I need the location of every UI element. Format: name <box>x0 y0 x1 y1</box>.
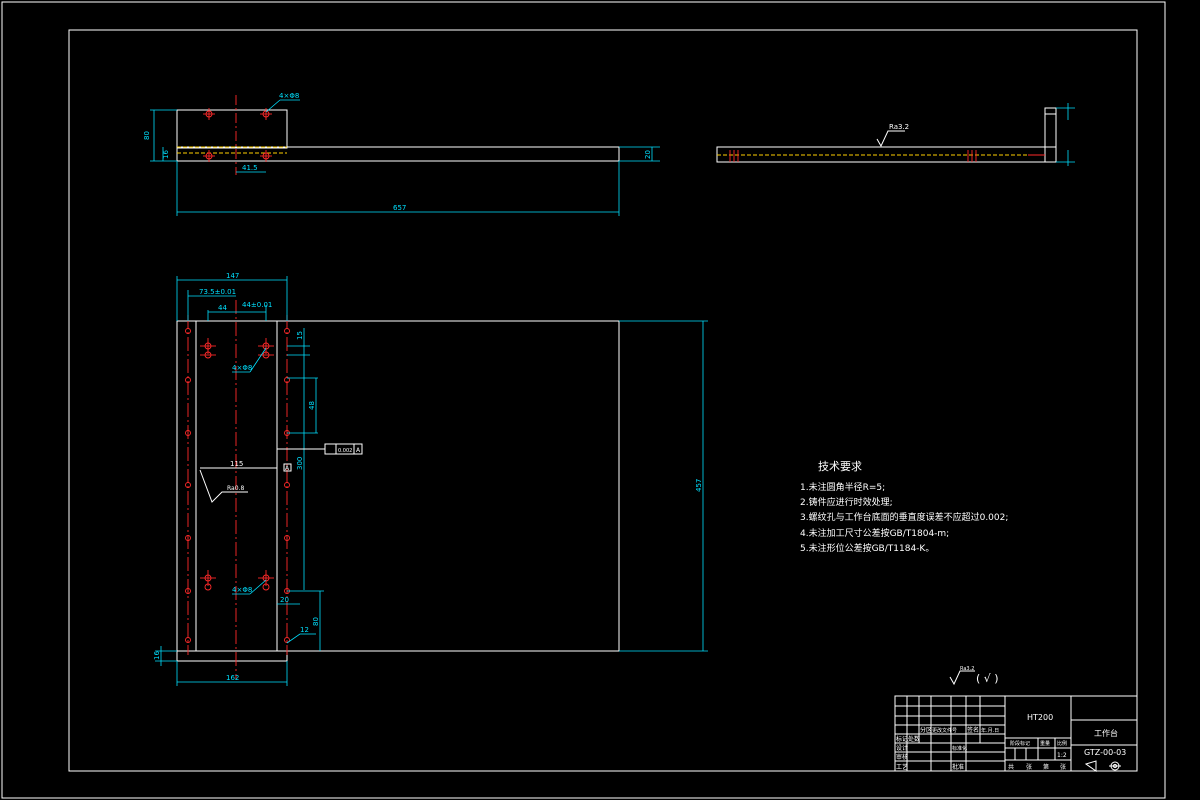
roughness-side: Ra3.2 <box>889 123 909 131</box>
dim-w20: 20 <box>280 596 289 604</box>
front-view-holes <box>203 108 272 162</box>
dim-w73: 73.5±0.01 <box>199 288 236 296</box>
dim-v15: 15 <box>296 331 304 340</box>
dim-v48: 48 <box>308 401 316 410</box>
tb-sheet-b: 张 <box>1060 763 1066 771</box>
dim-top-len: 657 <box>393 204 406 212</box>
tb-process: 工艺 <box>896 763 908 771</box>
tb-date: 年.月.日 <box>981 727 999 734</box>
roughness-plan: Ra0.8 <box>227 485 244 492</box>
side-view: Ra3.2 <box>716 103 1075 166</box>
dim-b16: 16 <box>153 651 161 660</box>
dim-v80: 80 <box>312 617 320 626</box>
tb-signature: 签名 <box>967 726 979 734</box>
tb-count: 处数 <box>908 735 920 743</box>
tb-designer: 设计 <box>896 744 908 752</box>
tech-item-5: 5.未注形位公差按GB/T1184-K。 <box>800 542 934 554</box>
dim-top-h: 80 <box>143 131 151 140</box>
tolerance-datum: A <box>356 447 361 454</box>
plan-view: 147 73.5±0.01 44 44±0.01 4×Φ8 4×Φ8 15 48… <box>153 272 708 686</box>
material: HT200 <box>1027 713 1053 722</box>
tb-change-doc: 更改文件号 <box>932 727 957 734</box>
tech-item-4: 4.未注加工尺寸公差按GB/T1804-m; <box>800 527 949 539</box>
tolerance-value: 0.002 <box>338 448 352 454</box>
dim-holes-b: 4×Φ8 <box>232 586 252 594</box>
tb-mark: 标记 <box>896 735 908 743</box>
dim-v300: 300 <box>296 457 304 470</box>
general-roughness: Ra3.2 ( √ ) <box>949 666 999 686</box>
tb-number: 第 <box>1043 763 1049 771</box>
projection-symbol-icon <box>1084 760 1121 772</box>
tb-zone: 分区 <box>920 726 932 734</box>
dim-holes-a: 4×Φ8 <box>232 364 252 372</box>
dim-h457: 457 <box>695 479 703 492</box>
tech-item-2: 2.铸件应进行时效处理; <box>800 496 893 508</box>
dim-w44a: 44 <box>218 304 227 312</box>
tb-standardization: 标准化 <box>952 745 967 752</box>
dim-top-right: 20 <box>644 150 652 159</box>
tb-scale-label: 比例 <box>1057 740 1067 747</box>
dim-top-t: 16 <box>162 150 170 159</box>
part-name: 工作台 <box>1094 728 1118 738</box>
dim-v12: 12 <box>300 626 309 634</box>
drawing-frame <box>68 29 1138 772</box>
tech-item-3: 3.螺纹孔与工作台底面的垂直度误差不应超过0.002; <box>800 511 1008 523</box>
drawing-number: GTZ-00-03 <box>1084 748 1126 757</box>
tb-review: 审核 <box>896 753 908 761</box>
tb-approval: 批准 <box>952 763 964 771</box>
scale: 1:2 <box>1057 752 1067 759</box>
tech-item-1: 1.未注圆角半径R=5; <box>800 481 885 493</box>
tb-sheet-a: 张 <box>1026 763 1032 771</box>
dim-b162: 162 <box>226 674 239 682</box>
title-block: 标记 处数 分区 更改文件号 签名 年.月.日 设计 标准化 审核 工艺 批准 … <box>894 695 1138 772</box>
tech-title: 技术要求 <box>818 460 862 473</box>
dim-top-spacing: 41.5 <box>242 164 258 172</box>
cad-drawing: 4×Φ8 80 16 41.5 657 20 Ra3.2 147 73.5±0.… <box>1 1 1166 799</box>
tb-weight: 重量 <box>1040 740 1050 747</box>
dim-w115: 115 <box>230 460 243 468</box>
tb-stage: 阶段标记 <box>1010 740 1030 747</box>
roughness-general: Ra3.2 <box>960 666 974 672</box>
roughness-general-suffix: ( √ ) <box>976 672 999 685</box>
dim-w147: 147 <box>226 272 239 280</box>
dim-w44b: 44±0.01 <box>242 301 272 309</box>
dim-top-holes: 4×Φ8 <box>279 92 299 100</box>
technical-requirements: 技术要求 1.未注圆角半径R=5; 2.铸件应进行时效处理; 3.螺纹孔与工作台… <box>800 460 1008 554</box>
front-view: 4×Φ8 80 16 41.5 657 20 <box>143 92 660 216</box>
tb-total: 共 <box>1008 763 1014 771</box>
